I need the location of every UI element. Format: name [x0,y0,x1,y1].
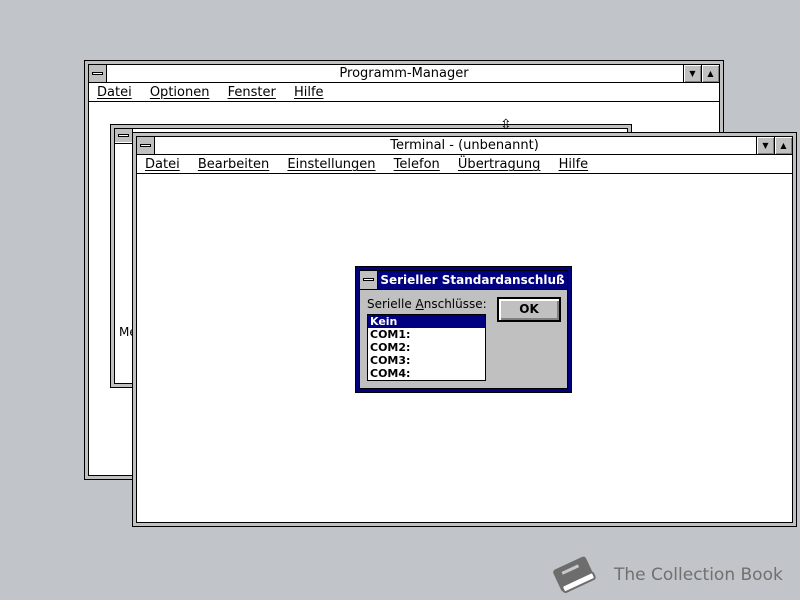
list-item[interactable]: COM4: [368,367,485,380]
list-item[interactable]: COM2: [368,341,485,354]
menu-telefon[interactable]: Telefon [394,155,440,174]
list-item[interactable]: COM3: [368,354,485,367]
menu-fenster[interactable]: Fenster [228,83,276,102]
menu-einstellungen[interactable]: Einstellungen [287,155,375,174]
system-menu-icon[interactable] [115,129,133,142]
dialog-title: Serieller Standardanschluß [380,273,565,287]
menu-hilfe[interactable]: Hilfe [559,155,589,174]
watermark: The Collection Book [548,552,783,598]
dialog-body: Serielle Anschlüsse: Kein COM1: COM2: CO… [360,290,567,388]
menu-optionen[interactable]: Optionen [150,83,210,102]
minimize-icon[interactable]: ▼ [756,137,774,154]
list-item[interactable]: Kein [368,315,485,328]
menu-datei[interactable]: Datei [145,155,180,174]
serial-port-dialog[interactable]: Serieller Standardanschluß Serielle Ansc… [355,266,572,393]
list-item[interactable]: COM1: [368,328,485,341]
system-menu-icon[interactable] [89,65,107,82]
serial-ports-listbox[interactable]: Kein COM1: COM2: COM3: COM4: [367,314,486,381]
watermark-text: The Collection Book [614,565,783,585]
terminal-title: Terminal - (unbenannt) [390,138,539,153]
resize-cursor-icon: ⇳ [500,117,512,133]
system-menu-icon[interactable] [360,271,378,289]
desktop: Programm-Manager ▼ ▲ Datei Optionen Fens… [0,0,800,600]
book-icon [553,556,596,593]
maximize-icon[interactable]: ▲ [774,137,792,154]
system-menu-icon[interactable] [137,137,155,154]
ports-label: Serielle Anschlüsse: [367,297,487,311]
ports-label-suffix: nschlüsse: [423,297,487,311]
program-manager-menubar: Datei Optionen Fenster Hilfe [89,83,719,102]
ports-label-prefix: Serielle [367,297,416,311]
terminal-titlebar[interactable]: Terminal - (unbenannt) ▼ ▲ [137,137,792,155]
terminal-menubar: Datei Bearbeiten Einstellungen Telefon Ü… [137,155,792,174]
menu-datei[interactable]: Datei [97,83,132,102]
ports-label-accelerator: A [415,297,424,311]
dialog-titlebar[interactable]: Serieller Standardanschluß [360,271,567,290]
ok-button[interactable]: OK [497,297,561,322]
menu-bearbeiten[interactable]: Bearbeiten [198,155,269,174]
maximize-icon[interactable]: ▲ [701,65,719,82]
program-manager-title: Programm-Manager [339,66,469,81]
minimize-icon[interactable]: ▼ [683,65,701,82]
menu-uebertragung[interactable]: Übertragung [458,155,541,174]
menu-hilfe[interactable]: Hilfe [294,83,324,102]
program-manager-titlebar[interactable]: Programm-Manager ▼ ▲ [89,65,719,83]
